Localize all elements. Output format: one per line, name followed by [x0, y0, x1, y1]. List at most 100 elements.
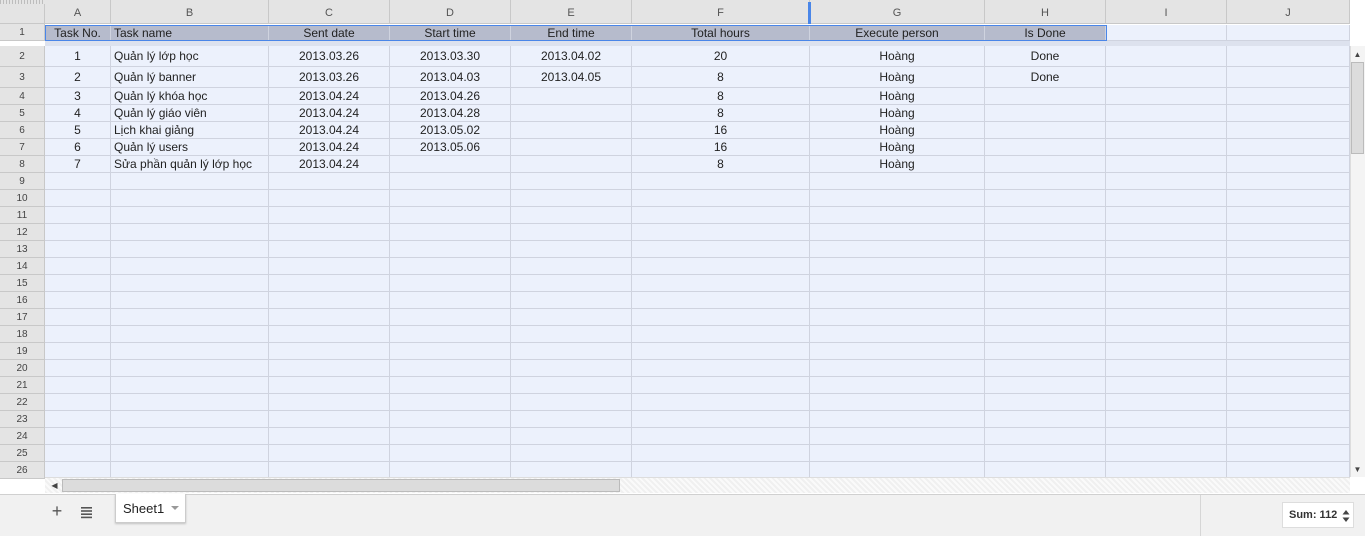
- row-header-13[interactable]: 13: [0, 241, 45, 258]
- cell[interactable]: [511, 173, 632, 190]
- cell[interactable]: [810, 207, 985, 224]
- cell[interactable]: 8: [632, 67, 810, 88]
- cell[interactable]: [1227, 292, 1350, 309]
- cell[interactable]: [1106, 173, 1227, 190]
- cell[interactable]: [985, 105, 1106, 122]
- cell[interactable]: [269, 207, 390, 224]
- cell[interactable]: [111, 309, 269, 326]
- cell[interactable]: [45, 190, 111, 207]
- row-header-1[interactable]: 1: [0, 24, 45, 41]
- cell[interactable]: [1227, 428, 1350, 445]
- cell[interactable]: [511, 428, 632, 445]
- cell[interactable]: [1106, 105, 1227, 122]
- cell[interactable]: [269, 258, 390, 275]
- cell[interactable]: [269, 190, 390, 207]
- cell[interactable]: [1227, 343, 1350, 360]
- cell[interactable]: [511, 445, 632, 462]
- header-cell[interactable]: Start time: [390, 25, 511, 41]
- cell[interactable]: [1227, 326, 1350, 343]
- cell[interactable]: [111, 190, 269, 207]
- up-down-arrows-icon[interactable]: [1342, 508, 1350, 522]
- cell[interactable]: [111, 360, 269, 377]
- cell[interactable]: [810, 173, 985, 190]
- cell[interactable]: [111, 394, 269, 411]
- cell[interactable]: [632, 275, 810, 292]
- cell[interactable]: [111, 411, 269, 428]
- cell[interactable]: [985, 326, 1106, 343]
- cell[interactable]: Quản lý giáo viên: [111, 105, 269, 122]
- cell[interactable]: [1106, 275, 1227, 292]
- column-header-d[interactable]: D: [390, 0, 511, 24]
- cell[interactable]: Hoàng: [810, 88, 985, 105]
- cell[interactable]: Quản lý users: [111, 139, 269, 156]
- cell[interactable]: [111, 241, 269, 258]
- cell[interactable]: [45, 292, 111, 309]
- cell[interactable]: [390, 377, 511, 394]
- header-cell[interactable]: Task name: [111, 25, 269, 41]
- cell[interactable]: 2013.04.28: [390, 105, 511, 122]
- row-header-18[interactable]: 18: [0, 326, 45, 343]
- plus-icon[interactable]: +: [48, 502, 66, 520]
- cell[interactable]: [1227, 105, 1350, 122]
- cell[interactable]: [511, 139, 632, 156]
- cell[interactable]: [269, 411, 390, 428]
- cell[interactable]: [632, 343, 810, 360]
- cell[interactable]: [45, 275, 111, 292]
- cell[interactable]: [390, 326, 511, 343]
- cell[interactable]: Hoàng: [810, 46, 985, 67]
- cell[interactable]: [1106, 326, 1227, 343]
- column-header-g[interactable]: G: [810, 0, 985, 24]
- cell[interactable]: [985, 343, 1106, 360]
- cell[interactable]: 5: [45, 122, 111, 139]
- cell[interactable]: [390, 428, 511, 445]
- row-header-16[interactable]: 16: [0, 292, 45, 309]
- cell[interactable]: [269, 173, 390, 190]
- cell[interactable]: [390, 411, 511, 428]
- cell[interactable]: [269, 445, 390, 462]
- frozen-rows-divider[interactable]: [45, 41, 1350, 46]
- row-header-11[interactable]: 11: [0, 207, 45, 224]
- cell[interactable]: [810, 258, 985, 275]
- cell[interactable]: [1227, 411, 1350, 428]
- cell[interactable]: [810, 411, 985, 428]
- cell[interactable]: [810, 394, 985, 411]
- frozen-row-handle[interactable]: [0, 0, 45, 4]
- cell[interactable]: [269, 241, 390, 258]
- cell[interactable]: [810, 360, 985, 377]
- cell[interactable]: Quản lý khóa học: [111, 88, 269, 105]
- cell[interactable]: [511, 411, 632, 428]
- cell[interactable]: [985, 377, 1106, 394]
- cell[interactable]: [1106, 343, 1227, 360]
- cell[interactable]: [985, 411, 1106, 428]
- cell[interactable]: [985, 207, 1106, 224]
- cell[interactable]: [390, 309, 511, 326]
- cell[interactable]: [1106, 88, 1227, 105]
- cell[interactable]: 8: [632, 156, 810, 173]
- cell[interactable]: [632, 394, 810, 411]
- cell[interactable]: [511, 343, 632, 360]
- cell[interactable]: [810, 241, 985, 258]
- row-header-8[interactable]: 8: [0, 156, 45, 173]
- row-header-17[interactable]: 17: [0, 309, 45, 326]
- cell[interactable]: [511, 394, 632, 411]
- cell[interactable]: [45, 241, 111, 258]
- cell[interactable]: [45, 326, 111, 343]
- cell[interactable]: [985, 173, 1106, 190]
- cell[interactable]: [1106, 122, 1227, 139]
- cell[interactable]: [1227, 309, 1350, 326]
- cell[interactable]: [1106, 360, 1227, 377]
- cell[interactable]: [985, 394, 1106, 411]
- cell[interactable]: 2013.03.30: [390, 46, 511, 67]
- cell[interactable]: [1227, 88, 1350, 105]
- vertical-scroll-thumb[interactable]: [1351, 62, 1364, 154]
- cell[interactable]: [632, 292, 810, 309]
- column-header-j[interactable]: J: [1227, 0, 1350, 24]
- header-cell[interactable]: [1227, 25, 1350, 41]
- column-header-b[interactable]: B: [111, 0, 269, 24]
- cell[interactable]: [632, 428, 810, 445]
- cell[interactable]: 2013.04.03: [390, 67, 511, 88]
- column-header-a[interactable]: A: [45, 0, 111, 24]
- cell[interactable]: [810, 224, 985, 241]
- cell[interactable]: [1106, 292, 1227, 309]
- cell[interactable]: 3: [45, 88, 111, 105]
